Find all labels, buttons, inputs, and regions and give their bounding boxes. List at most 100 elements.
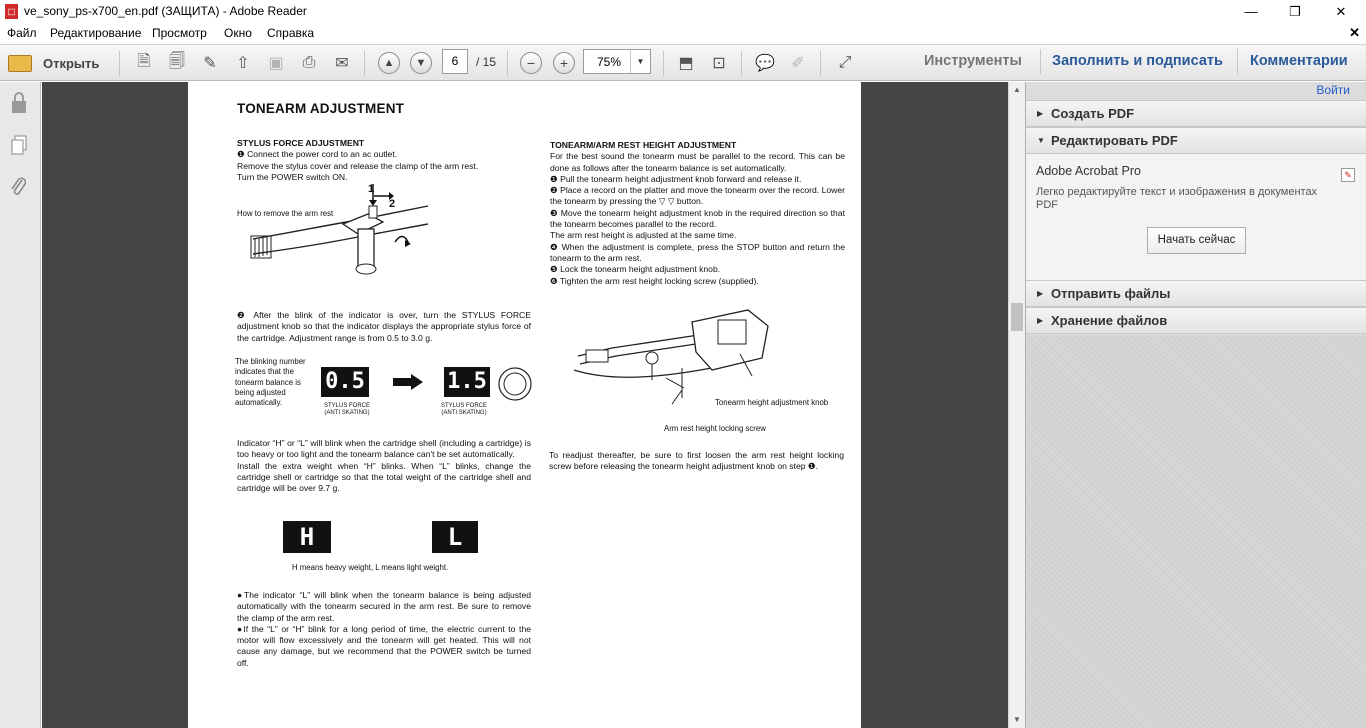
close-window-button[interactable]: ✕ (1318, 0, 1364, 24)
step-r6: ❻ Tighten the arm rest height locking sc… (550, 275, 759, 286)
signin-link[interactable]: Войти (1316, 83, 1350, 97)
menu-file[interactable]: Файл (7, 26, 37, 40)
fullscreen-icon[interactable]: ⤢ (832, 51, 858, 75)
chevron-right-icon: ▶ (1037, 289, 1044, 298)
down-arrow-icon[interactable]: ▼ (408, 51, 434, 75)
step-1-text: ❶ Connect the power cord to an ac outlet… (237, 149, 398, 160)
remove-cover-text: Remove the stylus cover and release the … (237, 160, 479, 171)
scroll-thumb[interactable] (1011, 303, 1023, 331)
comments-pane-button[interactable]: Комментарии (1250, 53, 1348, 69)
step-r1: ❶ Pull the tonearm height adjustment kno… (550, 173, 802, 184)
section-file-storage[interactable]: ▶ Хранение файлов (1026, 307, 1366, 334)
open-button[interactable]: Открыть (8, 51, 99, 76)
step-label-1: 1 (368, 183, 375, 195)
indicator-blink-text: Indicator “H” or “L” will blink when the… (237, 438, 531, 460)
display-caption-a: STYLUS FORCE (ANTI SKATING) (323, 403, 370, 416)
print-icon[interactable]: ⎙ (296, 51, 322, 75)
comment-icon: 💬 (755, 55, 775, 72)
menu-bar: Файл Редактирование Просмотр Окно Справк… (0, 24, 1366, 44)
panel-empty-area (1026, 335, 1366, 728)
step-2-text: ❷ After the blink of the indicator is ov… (237, 310, 531, 343)
notes: ●The indicator “L” will blink when the t… (237, 590, 531, 669)
chevron-down-icon: ▼ (1037, 136, 1045, 145)
zoom-out-icon[interactable]: − (518, 51, 544, 75)
edit-pdf-icon[interactable]: ✎ (197, 51, 223, 75)
step-r3: ❸ Move the tonearm height adjustment kno… (550, 207, 845, 230)
scroll-down-icon[interactable]: ▼ (1009, 712, 1025, 728)
section-create-pdf-label: Создать PDF (1051, 106, 1135, 121)
acrobat-pro-description: Легко редактируйте текст и изображения в… (1036, 186, 1318, 211)
acrobat-pro-title: Adobe Acrobat Pro (1036, 164, 1141, 178)
tools-panel: Войти ▶ Создать PDF ▼ Редактировать PDF … (1025, 82, 1366, 728)
blinking-caption: The blinking number indicates that the t… (235, 357, 306, 408)
fit-width-icon[interactable]: ⊡ (706, 51, 732, 75)
height-knob-label: Tonearm height adjustment knob (715, 398, 829, 407)
section-send-files[interactable]: ▶ Отправить файлы (1026, 280, 1366, 307)
stylus-display-before: 0.5 (321, 367, 369, 397)
close-document-icon[interactable]: ✕ (1349, 25, 1360, 41)
display-h: H (283, 521, 331, 553)
create-pdf-icon[interactable]: 🗎 (131, 51, 157, 75)
right-column: TONEARM/ARM REST HEIGHT ADJUSTMENT For t… (550, 140, 845, 287)
pages-icon[interactable] (9, 134, 29, 156)
section-edit-pdf-label: Редактировать PDF (1051, 133, 1178, 148)
stylus-knob-icon (493, 364, 537, 409)
section-create-pdf[interactable]: ▶ Создать PDF (1026, 100, 1366, 127)
vertical-scrollbar[interactable]: ▲ ▼ (1008, 82, 1025, 728)
note-long-blink: ●If the “L” or “H” blink for a long peri… (237, 623, 531, 668)
section-edit-pdf[interactable]: ▼ Редактировать PDF (1026, 127, 1366, 154)
step-r2: ❷ Place a record on the platter and move… (550, 185, 845, 207)
pdf-app-icon: ⬚ (5, 4, 18, 19)
menu-view[interactable]: Просмотр (152, 26, 207, 40)
note-l-blink: ●The indicator “L” will blink when the t… (237, 590, 531, 623)
zoom-in-icon[interactable]: + (551, 51, 577, 75)
start-now-button[interactable]: Начать сейчас (1147, 227, 1246, 254)
scroll-up-icon[interactable]: ▲ (1009, 82, 1025, 98)
page-total: / 15 (476, 55, 497, 69)
mail-icon[interactable]: ✉ (329, 51, 355, 75)
zoom-value: 75% (597, 55, 622, 69)
height-adjustment-heading: TONEARM/ARM REST HEIGHT ADJUSTMENT (550, 140, 737, 150)
parallel-text: For the best sound the tonearm must be p… (550, 151, 845, 173)
edit-pdf-body: Adobe Acrobat Pro ✎ Легко редактируйте т… (1026, 154, 1366, 281)
step-r3b: The arm rest height is adjusted at the s… (550, 230, 737, 241)
chevron-right-icon: ▶ (1037, 316, 1044, 325)
menu-window[interactable]: Окно (224, 26, 252, 40)
folder-icon (8, 55, 32, 72)
export-pdf-icon[interactable]: 🗐 (164, 51, 190, 75)
step-r4: ❹ When the adjustment is complete, press… (550, 241, 845, 263)
zoom-select[interactable]: 75% ▼ (583, 49, 651, 74)
title-bar: ⬚ ve_sony_ps-x700_en.pdf (ЗАЩИТА) - Adob… (0, 0, 1366, 24)
chevron-down-icon[interactable]: ▼ (630, 50, 650, 73)
page-title: TONEARM ADJUSTMENT (237, 101, 405, 116)
paperclip-icon[interactable] (9, 176, 29, 198)
section-send-files-label: Отправить файлы (1051, 286, 1171, 301)
page-number-input[interactable]: 6 (442, 49, 468, 74)
step-r5: ❺ Lock the tonearm height adjustment kno… (550, 264, 721, 275)
window-title: ve_sony_ps-x700_en.pdf (ЗАЩИТА) - Adobe … (24, 4, 307, 18)
document-viewport[interactable]: TONEARM ADJUSTMENT STYLUS FORCE ADJUSTME… (42, 82, 1008, 728)
readjust-text: To readjust thereafter, be sure to first… (549, 450, 844, 472)
save-icon[interactable]: ▣ (263, 51, 289, 75)
fill-sign-pane-button[interactable]: Заполнить и подписать (1052, 53, 1223, 69)
restore-button[interactable]: ❐ (1272, 0, 1318, 24)
locking-screw-label: Arm rest height locking screw (664, 424, 766, 433)
fit-page-icon[interactable]: ⬒ (673, 51, 699, 75)
stylus-force-heading: STYLUS FORCE ADJUSTMENT (237, 138, 365, 148)
up-arrow-icon[interactable]: ▲ (376, 51, 402, 75)
open-button-label: Открыть (43, 56, 100, 71)
pdf-page: TONEARM ADJUSTMENT STYLUS FORCE ADJUSTME… (188, 82, 861, 728)
section-file-storage-label: Хранение файлов (1051, 313, 1168, 328)
navigation-pane (0, 82, 41, 728)
chevron-right-icon: ▶ (1037, 109, 1044, 118)
stylus-display-after: 1.5 (444, 367, 490, 397)
minimize-button[interactable]: — (1228, 0, 1274, 24)
menu-help[interactable]: Справка (267, 26, 314, 40)
tools-pane-button[interactable]: Инструменты (924, 53, 1022, 69)
indicator-text: Indicator “H” or “L” will blink when the… (237, 438, 531, 494)
menu-edit[interactable]: Редактирование (50, 26, 141, 40)
upload-icon[interactable]: ⇧ (230, 51, 256, 75)
power-on-text: Turn the POWER switch ON. (237, 171, 348, 182)
lock-icon[interactable] (9, 92, 29, 114)
hl-caption: H means heavy weight, L means light weig… (292, 563, 449, 572)
